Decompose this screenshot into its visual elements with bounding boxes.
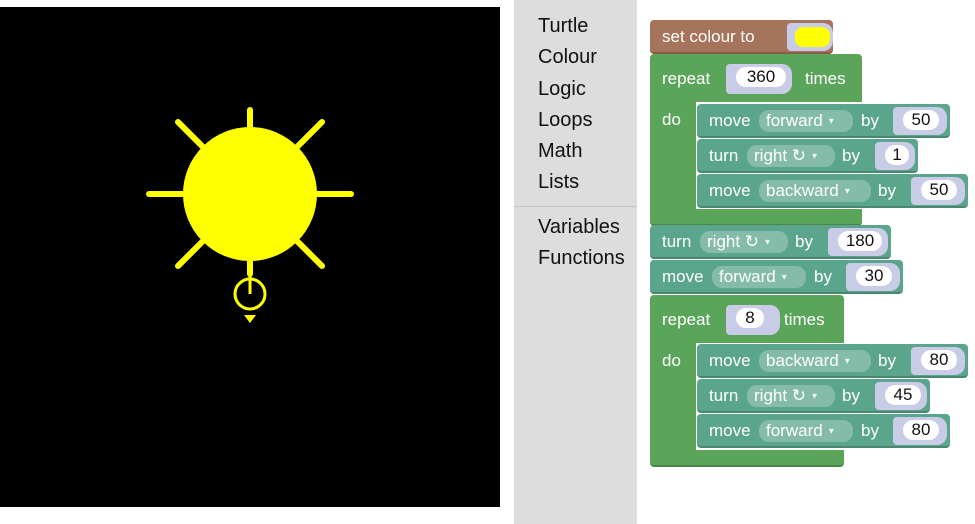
do-label: do xyxy=(662,351,681,370)
by-label: by xyxy=(842,386,860,405)
move-label: move xyxy=(709,111,751,130)
distance-value[interactable]: 50 xyxy=(903,110,939,130)
toolbox: Turtle Colour Logic Loops Math Lists Var… xyxy=(514,0,637,524)
move-backward-block[interactable]: move backward ▾ by 50 xyxy=(697,174,968,208)
move-backward-block[interactable]: move backward ▾ by 80 xyxy=(697,344,968,378)
by-label: by xyxy=(842,146,860,165)
angle-value[interactable]: 45 xyxy=(885,385,921,405)
turn-direction-dropdown[interactable]: right ↻ ▾ xyxy=(747,385,835,407)
repeat-count-input[interactable]: 8 xyxy=(726,305,780,335)
times-label: times xyxy=(784,310,825,329)
direction-dropdown[interactable]: backward ▾ xyxy=(759,350,871,372)
move-label: move xyxy=(662,267,704,286)
turtle-canvas xyxy=(0,7,500,507)
move-forward-block[interactable]: move forward ▾ by 80 xyxy=(697,414,950,448)
chevron-down-icon: ▾ xyxy=(828,425,834,437)
turn-right-block[interactable]: turn right ↻ ▾ by 45 xyxy=(697,379,930,413)
toolbox-category-math[interactable]: Math xyxy=(538,140,582,163)
do-label: do xyxy=(662,110,681,129)
sun-ray xyxy=(175,119,206,150)
angle-value[interactable]: 1 xyxy=(885,145,909,165)
colour-input[interactable] xyxy=(787,23,833,51)
colour-swatch[interactable] xyxy=(795,27,830,47)
by-label: by xyxy=(795,232,813,251)
angle-input[interactable]: 1 xyxy=(875,142,915,170)
distance-input[interactable]: 30 xyxy=(846,263,900,291)
chevron-down-icon: ▾ xyxy=(844,185,850,197)
turn-label: turn xyxy=(709,386,739,405)
toolbox-category-variables[interactable]: Variables xyxy=(538,216,620,239)
by-label: by xyxy=(861,111,879,130)
distance-value[interactable]: 80 xyxy=(921,350,957,370)
direction-dropdown[interactable]: forward ▾ xyxy=(759,110,853,132)
repeat-label: repeat xyxy=(662,69,711,88)
toolbox-category-lists[interactable]: Lists xyxy=(538,171,579,194)
angle-input[interactable]: 180 xyxy=(828,228,888,256)
sun-drawing xyxy=(146,107,354,323)
distance-value[interactable]: 80 xyxy=(903,420,939,440)
direction-dropdown[interactable]: backward ▾ xyxy=(759,180,871,202)
turn-direction-dropdown[interactable]: right ↻ ▾ xyxy=(747,145,835,167)
repeat-count-value[interactable]: 8 xyxy=(736,308,764,328)
chevron-down-icon: ▾ xyxy=(765,236,771,248)
sun-ray xyxy=(294,119,325,150)
turn-right-block[interactable]: turn right ↻ ▾ by 180 xyxy=(650,225,891,259)
divider xyxy=(500,0,514,524)
turn-direction-dropdown[interactable]: right ↻ ▾ xyxy=(700,231,788,253)
distance-input[interactable]: 50 xyxy=(893,107,947,135)
toolbox-category-loops[interactable]: Loops xyxy=(538,109,593,132)
toolbox-category-turtle[interactable]: Turtle xyxy=(538,15,588,38)
chevron-down-icon: ▾ xyxy=(812,390,818,402)
sun-disc xyxy=(183,127,317,261)
turtle-cursor-icon xyxy=(233,272,267,323)
times-label: times xyxy=(805,69,846,88)
distance-value[interactable]: 30 xyxy=(856,266,892,286)
distance-input[interactable]: 80 xyxy=(893,417,947,445)
toolbox-category-logic[interactable]: Logic xyxy=(538,78,586,101)
toolbox-category-functions[interactable]: Functions xyxy=(538,247,625,270)
move-forward-block[interactable]: move forward ▾ by 30 xyxy=(650,260,903,294)
turn-label: turn xyxy=(709,146,739,165)
move-label: move xyxy=(709,421,751,440)
repeat-count-input[interactable]: 360 xyxy=(726,64,792,94)
move-label: move xyxy=(709,181,751,200)
chevron-down-icon: ▾ xyxy=(812,150,818,162)
direction-dropdown[interactable]: forward ▾ xyxy=(759,420,853,442)
distance-input[interactable]: 80 xyxy=(911,347,965,375)
set-colour-block[interactable]: set colour to xyxy=(650,20,833,54)
set-colour-label: set colour to xyxy=(662,27,755,46)
distance-input[interactable]: 50 xyxy=(911,177,965,205)
by-label: by xyxy=(814,267,832,286)
distance-value[interactable]: 50 xyxy=(921,180,957,200)
direction-dropdown[interactable]: forward ▾ xyxy=(712,266,806,288)
repeat-count-value[interactable]: 360 xyxy=(736,67,786,87)
by-label: by xyxy=(861,421,879,440)
angle-value[interactable]: 180 xyxy=(838,231,882,251)
angle-input[interactable]: 45 xyxy=(875,382,927,410)
turn-right-block[interactable]: turn right ↻ ▾ by 1 xyxy=(697,139,918,173)
blocks-workspace[interactable]: set colour to repeat 360 times do move f… xyxy=(637,0,975,524)
chevron-down-icon: ▾ xyxy=(781,271,787,283)
chevron-down-icon: ▾ xyxy=(828,115,834,127)
by-label: by xyxy=(878,351,896,370)
move-label: move xyxy=(709,351,751,370)
sun-ray xyxy=(294,238,325,269)
toolbox-category-colour[interactable]: Colour xyxy=(538,46,597,69)
chevron-down-icon: ▾ xyxy=(844,355,850,367)
move-forward-block[interactable]: move forward ▾ by 50 xyxy=(697,104,950,138)
repeat-label: repeat xyxy=(662,310,711,329)
turn-label: turn xyxy=(662,232,692,251)
sun-ray xyxy=(175,238,206,269)
toolbox-separator xyxy=(514,206,637,207)
by-label: by xyxy=(878,181,896,200)
